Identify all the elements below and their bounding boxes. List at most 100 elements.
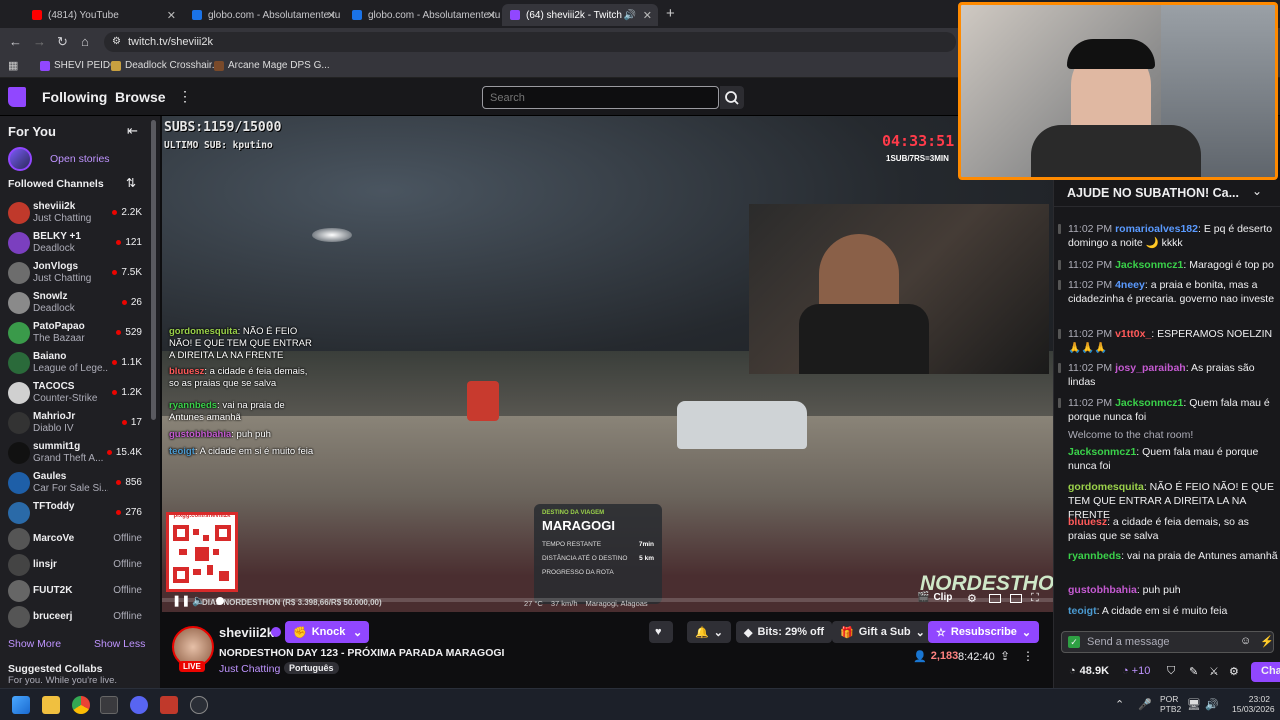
category-link[interactable]: Just Chatting bbox=[219, 663, 280, 675]
chat-username[interactable]: Jacksonmcz1 bbox=[1115, 397, 1183, 409]
pen-icon[interactable]: ✎ bbox=[1189, 665, 1198, 678]
video-player[interactable]: SUBS:1159/15000 ULTIMO SUB: kputino 04:3… bbox=[162, 116, 1053, 612]
browser-tab-globo-2[interactable]: globo.com - Absolutamente tu ✕ bbox=[344, 4, 502, 26]
tray-chevron-icon[interactable]: ⌃ bbox=[1115, 698, 1124, 711]
open-stories-link[interactable]: Open stories bbox=[50, 153, 110, 165]
browser-tab-twitch[interactable]: (64) sheviii2k - Twitch 🔊 ✕ bbox=[502, 4, 658, 26]
bits-chat-icon[interactable]: ⚡ bbox=[1260, 635, 1274, 648]
speaker-icon[interactable]: 🔊 bbox=[624, 10, 636, 21]
sidebar-channel[interactable]: Baiano League of Lege... 1.1K bbox=[0, 349, 150, 379]
settings-icon[interactable]: ⚙ bbox=[1229, 665, 1239, 678]
chat-username[interactable]: 4neey bbox=[1115, 279, 1145, 291]
chat-message[interactable]: gustobhbahia: puh puh bbox=[1068, 583, 1278, 597]
back-icon[interactable]: ← bbox=[9, 34, 22, 49]
shield-icon[interactable]: ⛉ bbox=[1167, 665, 1175, 678]
sidebar-channel[interactable]: BELKY +1 Deadlock 121 bbox=[0, 229, 150, 259]
channel-name[interactable]: sheviii2k bbox=[219, 625, 274, 640]
follow-heart-button[interactable]: ♥ bbox=[649, 621, 673, 643]
sidebar-channel[interactable]: PatoPapao The Bazaar 529 bbox=[0, 319, 150, 349]
chat-send-button[interactable]: Chat bbox=[1251, 662, 1280, 682]
chat-username[interactable]: Jacksonmcz1 bbox=[1115, 259, 1183, 271]
clock[interactable]: 23:02 15/03/2026 bbox=[1232, 694, 1275, 714]
channel-points[interactable]: ◔ 48.9K bbox=[1069, 665, 1109, 677]
browser-tab-youtube[interactable]: (4814) YouTube ✕ bbox=[24, 4, 182, 26]
chat-message[interactable]: ryannbeds: vai na praia de Antunes amanh… bbox=[1068, 549, 1278, 563]
fullscreen-icon[interactable]: ⛶ bbox=[1031, 592, 1039, 605]
chat-message[interactable]: bluuesz: a cidade é feia demais, so as p… bbox=[1068, 515, 1278, 543]
sidebar-channel[interactable]: bruceerj Offline bbox=[0, 603, 150, 633]
settings-icon[interactable]: ⚙ bbox=[967, 592, 977, 605]
close-icon[interactable]: ✕ bbox=[327, 9, 336, 22]
sidebar-channel[interactable]: sheviii2k Just Chatting 2.2K bbox=[0, 199, 150, 229]
chat-message[interactable]: 11:02 PM v1tt0x_: ESPERAMOS NOELZIN 🙏🙏🙏 bbox=[1068, 327, 1278, 355]
show-more-link[interactable]: Show More bbox=[8, 638, 61, 650]
sidebar-channel[interactable]: summit1g Grand Theft A... 15.4K bbox=[0, 439, 150, 469]
forward-icon[interactable]: → bbox=[33, 34, 46, 49]
microphone-icon[interactable]: 🎤 bbox=[1138, 698, 1152, 711]
chat-message[interactable]: 11:02 PM Jacksonmcz1: Maragogi é top po bbox=[1068, 258, 1278, 272]
site-info-icon[interactable]: ⚙ bbox=[112, 32, 121, 52]
pinned-banner[interactable]: AJUDE NO SUBATHON! Ca... bbox=[1067, 186, 1247, 200]
network-icon[interactable]: 🖥 bbox=[1187, 698, 1201, 711]
chat-message[interactable]: teoigt: A cidade em si é muito feia bbox=[1068, 604, 1278, 618]
browser-tab-globo-1[interactable]: globo.com - Absolutamente tu ✕ bbox=[184, 4, 342, 26]
sidebar-channel[interactable]: JonVlogs Just Chatting 7.5K bbox=[0, 259, 150, 289]
more-icon[interactable]: ⋮ bbox=[178, 88, 192, 105]
notifications-button[interactable]: 🔔 ⌄ bbox=[687, 621, 731, 643]
chat-message[interactable]: Jacksonmcz1: Quem fala mau é porque nunc… bbox=[1068, 445, 1278, 473]
chat-username[interactable]: bluuesz bbox=[1068, 516, 1107, 528]
bookmark-arcane[interactable]: Arcane Mage DPS G... bbox=[214, 60, 330, 71]
chat-input[interactable]: ✓ Send a message ☺ ⚡ bbox=[1061, 631, 1274, 653]
volume-icon[interactable]: 🔈 bbox=[192, 594, 206, 607]
chat-message[interactable]: 11:02 PM josy_paraibah: As praias são li… bbox=[1068, 361, 1278, 389]
chat-message[interactable]: 11:02 PM 4neey: a praia e bonita, mas a … bbox=[1068, 278, 1278, 306]
chevron-down-icon[interactable]: ⌄ bbox=[1252, 184, 1262, 198]
resubscribe-button[interactable]: ☆ Resubscribe ⌄ bbox=[928, 621, 1040, 643]
url-field[interactable]: ⚙ twitch.tv/sheviii2k bbox=[104, 32, 956, 52]
chat-username[interactable]: teoigt bbox=[1068, 605, 1097, 617]
search-input[interactable] bbox=[482, 86, 719, 109]
pip-icon[interactable] bbox=[1010, 594, 1022, 603]
sidebar-channel[interactable]: Gaules Car For Sale Si... 856 bbox=[0, 469, 150, 499]
sidebar-channel[interactable]: TACOCS Counter-Strike 1.2K bbox=[0, 379, 150, 409]
reload-icon[interactable]: ↻ bbox=[57, 34, 68, 50]
bookmark-shevi-peido[interactable]: SHEVI PEIDO bbox=[40, 60, 118, 71]
chat-message[interactable]: 11:02 PM Jacksonmcz1: Quem fala mau é po… bbox=[1068, 396, 1278, 424]
app2-icon[interactable] bbox=[190, 696, 208, 714]
chat-username[interactable]: gustobhbahia bbox=[1068, 584, 1137, 596]
chat-username[interactable]: v1tt0x_ bbox=[1115, 328, 1151, 340]
volume-slider[interactable] bbox=[216, 597, 224, 605]
sword-icon[interactable]: ⚔ bbox=[1209, 665, 1219, 678]
app-icon[interactable] bbox=[160, 696, 178, 714]
chat-username[interactable]: josy_paraibah bbox=[1115, 362, 1186, 374]
close-icon[interactable]: ✕ bbox=[167, 9, 176, 22]
chat-username[interactable]: ryannbeds bbox=[1068, 550, 1121, 562]
knock-dropdown[interactable]: ⌄ bbox=[347, 621, 369, 643]
knock-button[interactable]: ✊ Knock bbox=[285, 621, 354, 643]
clip-button[interactable]: 🎬 Clip bbox=[917, 592, 952, 603]
sidebar-channel[interactable]: MahrioJr Diablo IV 17 bbox=[0, 409, 150, 439]
pause-icon[interactable]: ❚❚ bbox=[172, 594, 190, 607]
language-tag[interactable]: Português bbox=[284, 662, 339, 674]
share-icon[interactable]: ⇪ bbox=[1000, 649, 1010, 663]
stories-avatar[interactable] bbox=[8, 147, 32, 171]
search-button[interactable] bbox=[720, 86, 744, 109]
sidebar-scrollbar[interactable] bbox=[151, 120, 156, 420]
windows-start-icon[interactable] bbox=[12, 696, 30, 714]
collapse-sidebar-icon[interactable]: ⇤ bbox=[127, 123, 138, 139]
show-less-link[interactable]: Show Less bbox=[94, 638, 145, 650]
close-icon[interactable]: ✕ bbox=[643, 9, 652, 22]
bookmark-deadlock[interactable]: Deadlock Crosshair... bbox=[111, 60, 220, 71]
more-options-icon[interactable]: ⋮ bbox=[1022, 649, 1034, 663]
apps-icon[interactable]: ▦ bbox=[8, 59, 18, 72]
sort-icon[interactable]: ⇅ bbox=[126, 176, 136, 190]
chat-username[interactable]: romarioalves182 bbox=[1115, 223, 1198, 235]
bits-button[interactable]: ◆ Bits: 29% off bbox=[736, 621, 833, 643]
twitch-logo-icon[interactable] bbox=[8, 87, 26, 107]
new-tab-button[interactable]: + bbox=[666, 5, 675, 22]
browse-link[interactable]: Browse bbox=[115, 89, 166, 105]
chat-username[interactable]: gordomesquita bbox=[1068, 481, 1144, 493]
discord-icon[interactable] bbox=[130, 696, 148, 714]
points-bonus[interactable]: ◔ +10 bbox=[1122, 665, 1150, 677]
following-link[interactable]: Following bbox=[42, 89, 107, 105]
